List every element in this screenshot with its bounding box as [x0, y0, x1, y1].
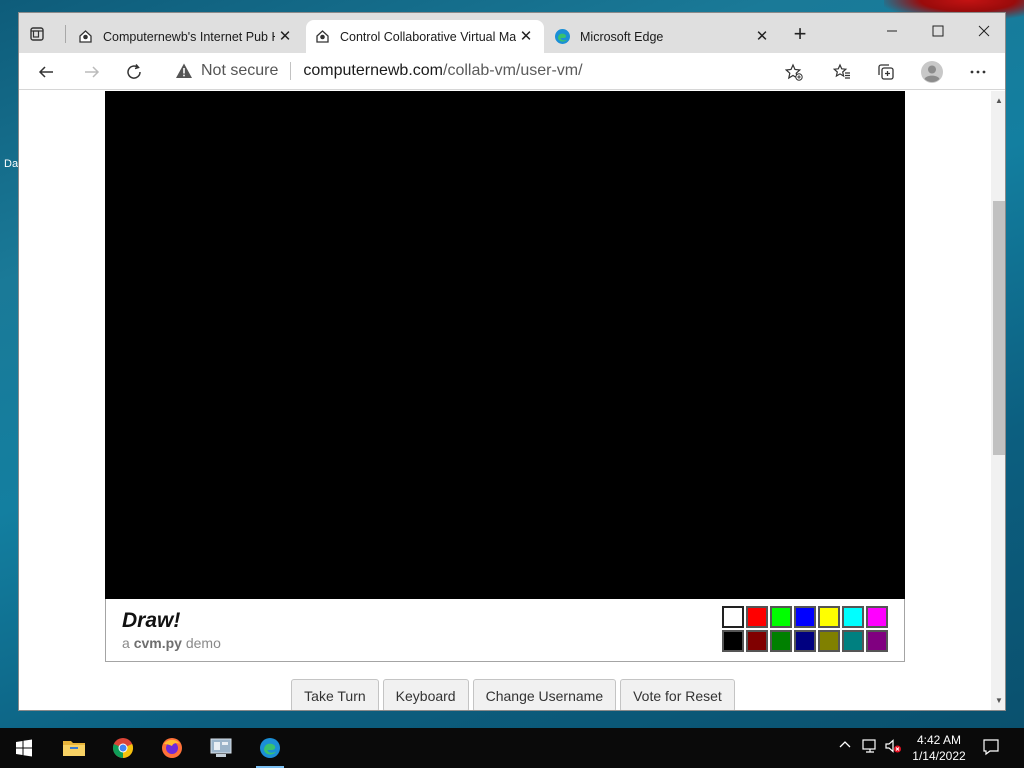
color-swatch[interactable] — [866, 606, 888, 628]
vm-info-panel: Draw! a cvm.py demo — [105, 599, 905, 662]
vm-action-bar: Take Turn Keyboard Change Username Vote … — [19, 679, 991, 710]
add-favorite-icon[interactable] — [779, 57, 809, 87]
color-swatch[interactable] — [746, 630, 768, 652]
taskbar: 4:42 AM 1/14/2022 — [0, 728, 1024, 768]
url-path: /collab-vm/user-vm/ — [443, 62, 583, 79]
color-swatch[interactable] — [842, 606, 864, 628]
color-swatch[interactable] — [770, 606, 792, 628]
scroll-thumb[interactable] — [993, 201, 1005, 455]
minimize-button[interactable] — [869, 17, 915, 45]
address-bar[interactable]: Not secure computernewb.com/collab-vm/us… — [165, 55, 815, 87]
forward-button[interactable] — [77, 57, 107, 87]
firefox-icon[interactable] — [152, 732, 192, 764]
close-window-button[interactable] — [961, 17, 1005, 45]
tab-title: Control Collaborative Virtual Ma — [340, 29, 516, 44]
show-hidden-icons-icon[interactable] — [838, 738, 852, 755]
collections-icon[interactable] — [871, 57, 901, 87]
new-tab-button[interactable]: + — [789, 23, 811, 46]
tab-title: Microsoft Edge — [580, 29, 664, 44]
vm-display[interactable] — [105, 91, 905, 599]
tab-bar: Computernewb's Internet Pub H ✕ Control … — [19, 13, 1005, 53]
keyboard-button[interactable]: Keyboard — [382, 679, 469, 710]
security-status[interactable]: Not secure — [201, 62, 278, 80]
take-turn-button[interactable]: Take Turn — [291, 679, 379, 710]
tab-close-icon[interactable]: ✕ — [752, 27, 772, 47]
edge-favicon-icon — [554, 28, 571, 45]
tab-internet-pub[interactable]: Computernewb's Internet Pub H ✕ — [69, 20, 303, 53]
url-host: computernewb.com — [303, 62, 443, 79]
browser-toolbar: Not secure computernewb.com/collab-vm/us… — [19, 53, 1005, 90]
scroll-up-icon[interactable]: ▲ — [991, 93, 1005, 109]
color-swatch[interactable] — [746, 606, 768, 628]
network-icon[interactable] — [862, 738, 880, 757]
collabvm-favicon-icon — [314, 28, 331, 45]
tab-microsoft-edge[interactable]: Microsoft Edge ✕ — [546, 20, 780, 53]
volume-muted-icon[interactable] — [884, 738, 902, 757]
start-button[interactable] — [4, 732, 44, 764]
back-button[interactable] — [31, 57, 61, 87]
color-swatch[interactable] — [794, 606, 816, 628]
scroll-down-icon[interactable]: ▼ — [991, 693, 1005, 709]
page-content: Draw! a cvm.py demo Take Turn Keyboard C… — [19, 91, 991, 710]
clock-time: 4:42 AM — [916, 733, 962, 747]
warning-icon[interactable] — [175, 62, 193, 80]
more-menu-icon[interactable] — [963, 57, 993, 87]
favorites-icon[interactable] — [827, 57, 857, 87]
color-swatch[interactable] — [818, 606, 840, 628]
tab-title: Computernewb's Internet Pub H — [103, 29, 275, 44]
color-palette — [722, 606, 888, 652]
vm-title: Draw! — [122, 609, 181, 632]
color-swatch[interactable] — [842, 630, 864, 652]
system-clock[interactable]: 4:42 AM 1/14/2022 — [902, 732, 976, 764]
clock-date: 1/14/2022 — [912, 749, 966, 763]
page-scrollbar[interactable]: ▲ ▼ — [991, 91, 1005, 710]
file-explorer-icon[interactable] — [54, 732, 94, 764]
browser-window: Computernewb's Internet Pub H ✕ Control … — [18, 12, 1006, 711]
edge-taskbar-icon[interactable] — [250, 732, 290, 768]
change-username-button[interactable]: Change Username — [472, 679, 617, 710]
color-swatch[interactable] — [794, 630, 816, 652]
vm-subtitle: a cvm.py demo — [122, 635, 221, 651]
refresh-button[interactable] — [119, 57, 149, 87]
color-swatch[interactable] — [866, 630, 888, 652]
vote-for-reset-button[interactable]: Vote for Reset — [620, 679, 735, 710]
color-swatch[interactable] — [818, 630, 840, 652]
profile-avatar-icon[interactable] — [917, 57, 947, 87]
control-panel-icon[interactable] — [201, 732, 241, 764]
tab-actions-icon[interactable] — [27, 24, 47, 44]
color-swatch[interactable] — [722, 606, 744, 628]
notifications-icon[interactable] — [982, 738, 1000, 759]
desktop-icon-label[interactable]: Da — [4, 158, 18, 170]
color-swatch[interactable] — [770, 630, 792, 652]
tab-close-icon[interactable]: ✕ — [275, 27, 295, 47]
color-swatch[interactable] — [722, 630, 744, 652]
maximize-button[interactable] — [915, 17, 961, 45]
chrome-icon[interactable] — [103, 732, 143, 764]
tab-close-icon[interactable]: ✕ — [516, 27, 536, 47]
collabvm-favicon-icon — [77, 28, 94, 45]
tab-control-collab-vm[interactable]: Control Collaborative Virtual Ma ✕ — [306, 20, 544, 53]
